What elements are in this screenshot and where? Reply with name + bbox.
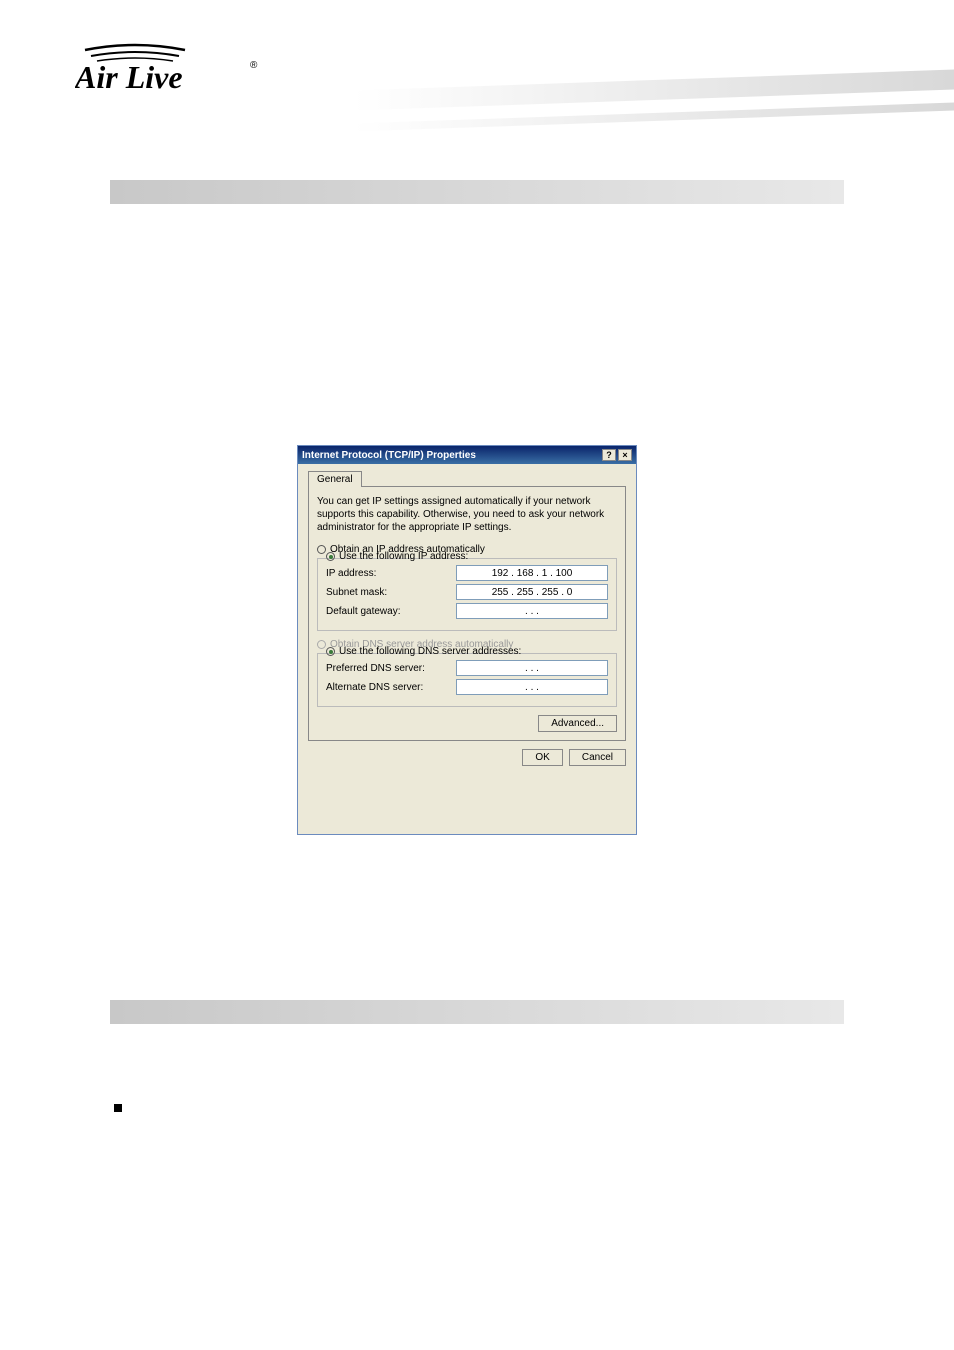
radio-icon [326,647,335,656]
default-gateway-label: Default gateway: [326,606,456,617]
subnet-mask-input[interactable]: 255 . 255 . 255 . 0 [456,584,608,600]
radio-use-ip-label: Use the following IP address: [339,551,468,562]
default-gateway-input[interactable]: . . . [456,603,608,619]
radio-use-ip-row[interactable]: Use the following IP address: [326,551,608,562]
dialog-body: General You can get IP settings assigned… [298,464,636,776]
alternate-dns-row: Alternate DNS server: . . . [326,679,608,695]
svg-text:®: ® [250,60,258,71]
radio-icon [317,545,326,554]
dns-fieldgroup: Use the following DNS server addresses: … [317,653,617,707]
svg-text:Air Live: Air Live [75,59,183,95]
tcpip-properties-dialog: Internet Protocol (TCP/IP) Properties ? … [297,445,637,835]
header-decorative-swoosh [354,65,954,165]
dialog-title: Internet Protocol (TCP/IP) Properties [302,450,476,461]
subnet-mask-row: Subnet mask: 255 . 255 . 255 . 0 [326,584,608,600]
subnet-mask-label: Subnet mask: [326,587,456,598]
advanced-button[interactable]: Advanced... [538,715,617,732]
preferred-dns-input[interactable]: . . . [456,660,608,676]
ok-button[interactable]: OK [522,749,562,766]
preferred-dns-row: Preferred DNS server: . . . [326,660,608,676]
ip-address-label: IP address: [326,568,456,579]
ip-fieldgroup: Use the following IP address: IP address… [317,558,617,631]
radio-use-dns-row[interactable]: Use the following DNS server addresses: [326,646,608,657]
help-button[interactable]: ? [602,449,616,461]
ip-address-row: IP address: 192 . 168 . 1 . 100 [326,565,608,581]
radio-icon [326,552,335,561]
alternate-dns-label: Alternate DNS server: [326,682,456,693]
dialog-titlebar: Internet Protocol (TCP/IP) Properties ? … [298,446,636,464]
info-text: You can get IP settings assigned automat… [317,495,617,534]
section-divider-bar [110,180,844,204]
bullet-square-icon [114,1104,122,1112]
brand-logo: Air Live ® [75,38,265,98]
tab-panel-general: You can get IP settings assigned automat… [308,486,626,741]
ip-address-input[interactable]: 192 . 168 . 1 . 100 [456,565,608,581]
dialog-buttons: OK Cancel [308,749,626,766]
radio-icon [317,640,326,649]
alternate-dns-input[interactable]: . . . [456,679,608,695]
tab-general[interactable]: General [308,471,362,487]
cancel-button[interactable]: Cancel [569,749,626,766]
close-button[interactable]: × [618,449,632,461]
advanced-row: Advanced... [317,715,617,732]
radio-use-dns-label: Use the following DNS server addresses: [339,646,521,657]
preferred-dns-label: Preferred DNS server: [326,663,456,674]
section-divider-bar [110,1000,844,1024]
default-gateway-row: Default gateway: . . . [326,603,608,619]
